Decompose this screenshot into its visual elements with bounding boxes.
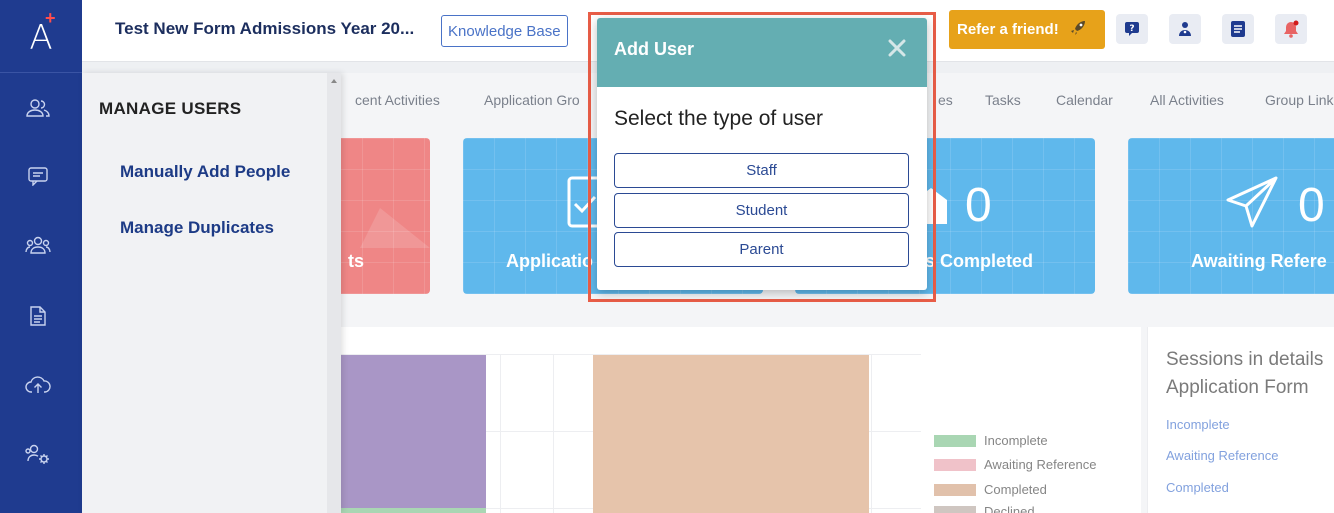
modal-title: Add User xyxy=(614,39,695,59)
cloud-upload-icon[interactable] xyxy=(24,373,52,397)
refer-label: Refer a friend! xyxy=(957,21,1059,38)
app-logo[interactable]: A + xyxy=(0,0,82,73)
refer-a-friend-button[interactable]: Refer a friend! xyxy=(949,10,1105,49)
staff-button[interactable]: Staff xyxy=(614,153,909,188)
knowledge-base-button[interactable]: Knowledge Base xyxy=(441,15,568,47)
notes-icon[interactable] xyxy=(1222,14,1254,44)
scroll-up-arrow-icon[interactable] xyxy=(331,79,337,83)
drawer-scrollbar[interactable] xyxy=(327,73,341,513)
close-icon[interactable] xyxy=(885,36,909,60)
modal-header: Add User xyxy=(597,18,927,87)
left-rail: A + xyxy=(0,0,82,513)
users-settings-icon[interactable] xyxy=(24,442,52,466)
help-icon[interactable]: ? xyxy=(1116,14,1148,44)
manually-add-people-link[interactable]: Manually Add People xyxy=(120,162,290,182)
parent-button[interactable]: Parent xyxy=(614,232,909,267)
modal-prompt: Select the type of user xyxy=(614,107,823,130)
add-user-modal: Add User Select the type of user Staff S… xyxy=(597,18,927,290)
notification-bell-icon[interactable] xyxy=(1275,14,1307,44)
manage-duplicates-link[interactable]: Manage Duplicates xyxy=(120,218,274,238)
logo-plus: + xyxy=(45,8,56,28)
student-button[interactable]: Student xyxy=(614,193,909,228)
drawer-title: MANAGE USERS xyxy=(99,99,242,118)
document-icon[interactable] xyxy=(24,304,52,328)
rocket-icon xyxy=(1069,19,1087,41)
support-icon[interactable] xyxy=(1169,14,1201,44)
svg-text:?: ? xyxy=(1129,24,1134,34)
users-icon[interactable] xyxy=(24,96,52,120)
group-icon[interactable] xyxy=(24,233,52,257)
manage-users-drawer: MANAGE USERS Manually Add People Manage … xyxy=(82,73,341,513)
page-title: Test New Form Admissions Year 20... xyxy=(115,19,415,38)
chat-icon[interactable] xyxy=(24,164,52,188)
